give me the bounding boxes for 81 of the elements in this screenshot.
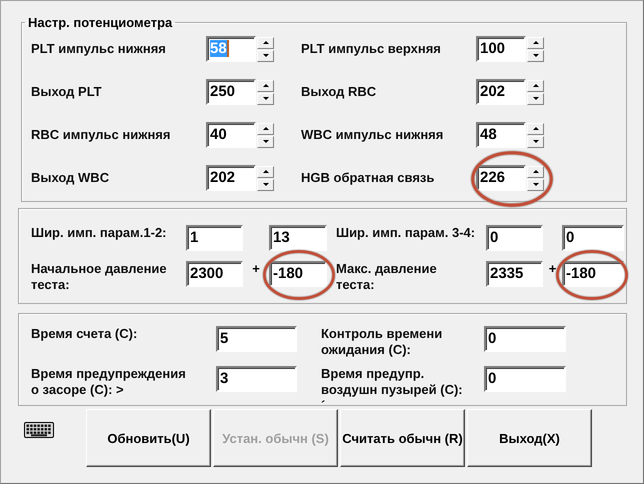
number-field[interactable]: 202 [206,165,256,191]
spin-up-button[interactable] [257,80,274,92]
field-label: Выход RBC [301,84,378,100]
up-arrow-icon [532,170,538,173]
number-field[interactable]: 2300 [186,261,243,287]
spin-up-button[interactable] [257,122,274,134]
spin-up-button[interactable] [527,166,544,178]
up-arrow-icon [532,41,538,44]
group-title: Настр. потенциометра [27,15,174,30]
dialog-button[interactable]: Считать обычн (R) [340,409,465,467]
number-field[interactable]: 13 [269,225,327,251]
number-field[interactable]: 5 [216,326,297,352]
down-arrow-icon [262,183,268,186]
spin-up-button[interactable] [527,122,544,134]
number-field[interactable]: 48 [476,122,526,148]
number-field[interactable]: 0 [486,225,543,251]
spin-down-button[interactable] [257,92,274,104]
keyboard-icon[interactable] [24,422,54,438]
up-arrow-icon [262,127,268,130]
number-field[interactable]: 226 [476,165,526,191]
field-label: Выход PLT [31,84,103,100]
spin-down-button[interactable] [257,178,274,190]
number-field[interactable]: -180 [269,261,327,287]
field-label: RBC импульс нижняя [31,127,172,143]
spin-down-button[interactable] [257,50,274,62]
up-arrow-icon [532,127,538,130]
number-field[interactable]: 250 [206,79,256,105]
down-arrow-icon [262,54,268,57]
field-label: Время счета (С): [31,326,138,342]
number-field[interactable]: 0 [562,225,624,251]
field-label: HGB обратная связь [301,170,436,186]
field-label: PLT импульс верхняя [301,41,442,57]
spin-down-button[interactable] [527,178,544,190]
number-field[interactable]: 40 [206,122,256,148]
field-label: Шир. имп. парам.1-2: [31,225,168,241]
number-field[interactable]: 2335 [486,261,543,287]
number-field[interactable]: 0 [484,366,566,392]
down-arrow-icon [532,140,538,143]
up-arrow-icon [532,84,538,87]
field-value: 40 [210,126,227,143]
spin-down-button[interactable] [527,92,544,104]
up-arrow-icon [262,170,268,173]
dialog-button[interactable]: Выход(X) [467,409,592,467]
field-label: Макс. давление теста: [336,261,438,293]
spin-down-button[interactable] [257,136,274,148]
field-label: PLT импульс нижняя [31,41,167,57]
number-field[interactable]: 202 [476,79,526,105]
down-arrow-icon [262,140,268,143]
spin-up-button[interactable] [257,36,274,48]
dialog-button[interactable]: Обновить(U) [86,409,211,467]
number-field[interactable]: 1 [186,225,243,251]
field-label: Начальное давление теста: [31,261,168,293]
spin-down-button[interactable] [527,50,544,62]
down-arrow-icon [262,97,268,100]
down-arrow-icon [532,54,538,57]
plus-sign: + [548,261,558,276]
spin-up-button[interactable] [527,80,544,92]
field-value: 58 [210,40,229,57]
field-value: 226 [480,169,506,186]
field-label: Время предупреждения о засоре (С): > [31,366,187,398]
field-label: Контроль времени ожидания (С): [321,326,444,358]
up-arrow-icon [262,41,268,44]
field-label: Выход WBC [31,170,110,186]
field-value: 202 [210,169,236,186]
down-arrow-icon [532,183,538,186]
number-field[interactable]: 0 [484,326,566,352]
field-value: 100 [480,40,506,57]
spin-up-button[interactable] [257,166,274,178]
field-label: WBC импульс нижняя [301,127,444,143]
spin-down-button[interactable] [527,136,544,148]
number-field[interactable]: 100 [476,36,526,62]
field-label: Шир. имп. парам. 3-4: [336,225,476,241]
plus-sign: + [251,261,261,276]
field-value: 202 [480,83,506,100]
field-value: 250 [210,83,236,100]
up-arrow-icon [262,84,268,87]
spin-up-button[interactable] [527,36,544,48]
down-arrow-icon [532,97,538,100]
number-field[interactable]: -180 [562,261,624,287]
field-value: 48 [480,126,497,143]
number-field[interactable]: 3 [216,366,297,392]
